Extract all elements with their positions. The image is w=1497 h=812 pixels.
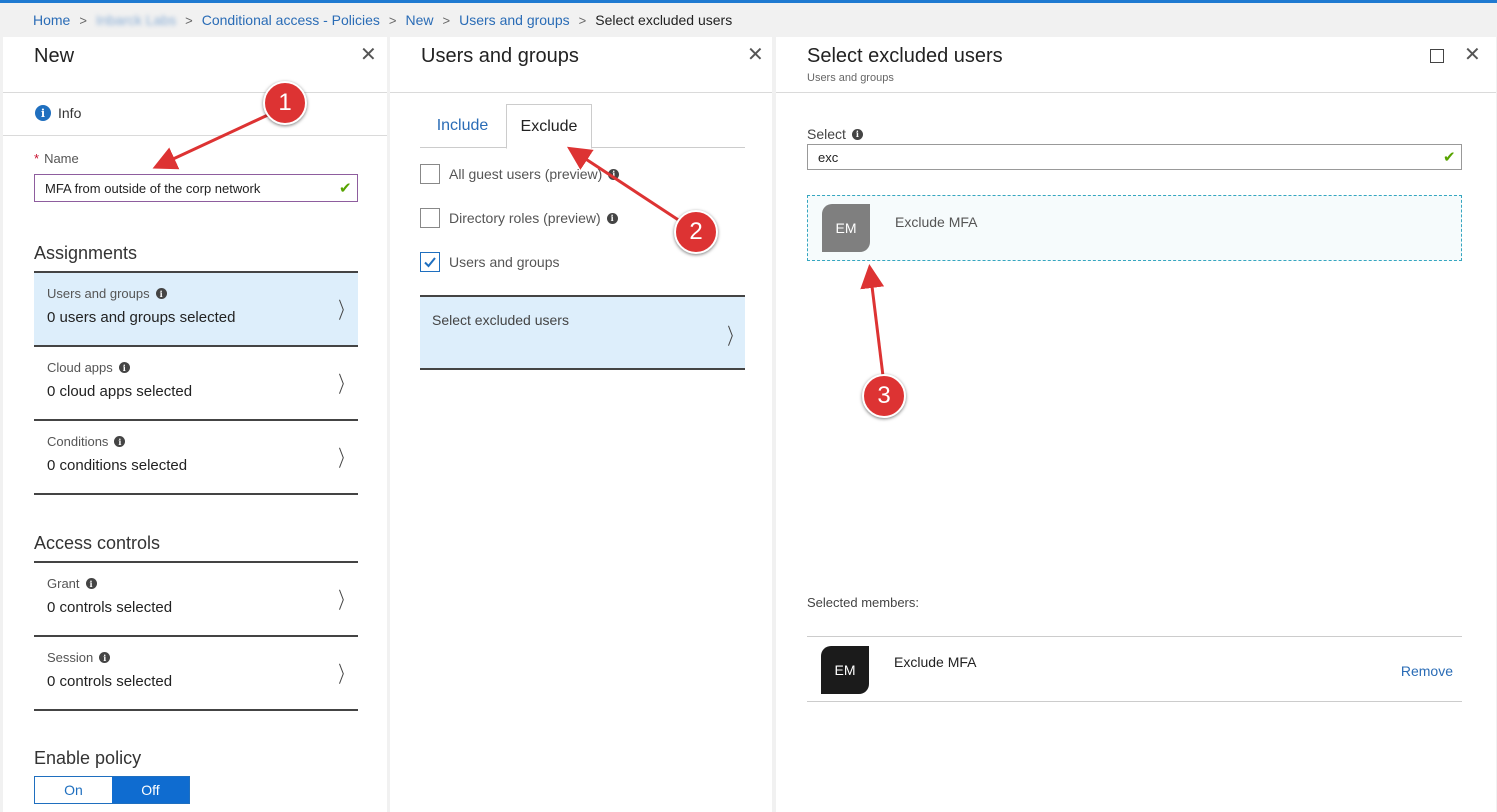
avatar: EM xyxy=(822,204,870,252)
nav-grant[interactable]: Grant i 0 controls selected 〉 xyxy=(34,561,358,635)
blade-title: Select excluded users xyxy=(807,45,1003,67)
enable-policy-toggle: On Off xyxy=(34,776,190,804)
toggle-off-button[interactable]: Off xyxy=(112,777,189,803)
nav-value: 0 controls selected xyxy=(47,599,173,616)
member-name: Exclude MFA xyxy=(894,654,977,670)
nav-conditions[interactable]: Conditions i 0 conditions selected 〉 xyxy=(34,419,358,495)
tab-exclude[interactable]: Exclude xyxy=(506,104,592,149)
select-excluded-label: Select excluded users xyxy=(432,312,569,328)
maximize-icon[interactable] xyxy=(1430,49,1444,63)
info-icon[interactable]: i xyxy=(155,288,167,299)
nav-value: 0 users and groups selected xyxy=(47,309,236,326)
header-divider xyxy=(776,92,1496,93)
info-icon[interactable]: i xyxy=(85,578,97,589)
breadcrumb-home[interactable]: Home xyxy=(33,12,70,28)
checkbox-directory-roles[interactable]: Directory roles (preview) i xyxy=(420,208,618,228)
chevron-right-icon: 〉 xyxy=(338,373,352,398)
policy-name-input[interactable] xyxy=(34,174,358,202)
include-exclude-tabs: Include Exclude xyxy=(420,104,745,149)
enable-policy-title: Enable policy xyxy=(34,748,142,768)
checkmark-icon: ✔ xyxy=(1443,149,1456,166)
nav-label: Conditions xyxy=(47,434,109,449)
breadcrumb: Home > Inbarck Labs > Conditional access… xyxy=(33,9,732,31)
chevron-right-icon: 〉 xyxy=(338,447,352,472)
header-divider xyxy=(3,92,387,93)
annotation-badge-3: 3 xyxy=(862,374,906,418)
annotation-badge-1: 1 xyxy=(263,81,307,125)
breadcrumb-current: Select excluded users xyxy=(595,12,733,28)
breadcrumb-separator: > xyxy=(185,12,193,28)
checkbox[interactable] xyxy=(420,208,440,228)
info-icon[interactable]: i xyxy=(606,212,618,224)
checkmark-icon: ✔ xyxy=(339,180,352,197)
info-icon[interactable]: i xyxy=(608,168,620,180)
selected-members-title: Selected members: xyxy=(807,595,919,610)
checkbox-users-and-groups[interactable]: Users and groups xyxy=(420,252,560,272)
close-icon[interactable]: ✕ xyxy=(1464,43,1481,67)
breadcrumb-users-groups[interactable]: Users and groups xyxy=(459,12,570,28)
nav-value: 0 cloud apps selected xyxy=(47,383,193,400)
access-controls-title: Access controls xyxy=(34,533,161,553)
chevron-right-icon: 〉 xyxy=(338,589,352,614)
name-label: * Name xyxy=(34,151,79,166)
required-marker: * xyxy=(34,151,40,166)
breadcrumb-separator: > xyxy=(442,12,451,28)
info-label: Info xyxy=(58,105,82,121)
selected-member-row: EM Exclude MFA Remove xyxy=(807,636,1462,702)
info-icon[interactable]: i xyxy=(118,362,130,373)
nav-label: Grant xyxy=(47,576,80,591)
info-icon[interactable]: i xyxy=(851,128,863,140)
info-link[interactable]: i Info xyxy=(35,105,81,121)
annotation-badge-2: 2 xyxy=(674,210,718,254)
result-name: Exclude MFA xyxy=(895,214,978,230)
nav-users-and-groups[interactable]: Users and groups i 0 users and groups sel… xyxy=(34,271,358,345)
select-excluded-users-item[interactable]: Select excluded users 〉 xyxy=(420,295,745,370)
nav-session[interactable]: Session i 0 controls selected 〉 xyxy=(34,635,358,711)
avatar: EM xyxy=(821,646,869,694)
nav-value: 0 controls selected xyxy=(47,673,173,690)
assignments-title: Assignments xyxy=(34,243,138,263)
chevron-right-icon: 〉 xyxy=(727,325,741,350)
select-excluded-users-blade: Select excluded users Users and groups ✕… xyxy=(776,37,1496,812)
nav-label: Session xyxy=(47,650,94,665)
breadcrumb-separator: > xyxy=(578,12,587,28)
nav-cloud-apps[interactable]: Cloud apps i 0 cloud apps selected 〉 xyxy=(34,345,358,419)
breadcrumb-policies[interactable]: Conditional access - Policies xyxy=(202,12,380,28)
remove-link[interactable]: Remove xyxy=(1401,663,1453,679)
checkbox-label: All guest users (preview) xyxy=(449,166,603,182)
info-icon: i xyxy=(35,105,51,121)
new-policy-blade: New ✕ i Info *Name ✔ Assignments Users a… xyxy=(3,37,387,812)
breadcrumb-separator: > xyxy=(388,12,397,28)
checkbox[interactable] xyxy=(420,164,440,184)
breadcrumb-separator: > xyxy=(79,12,87,28)
close-icon[interactable]: ✕ xyxy=(360,43,377,67)
breadcrumb-new[interactable]: New xyxy=(406,12,434,28)
checkmark-icon xyxy=(424,257,436,268)
checkbox-checked[interactable] xyxy=(420,252,440,272)
nav-label: Users and groups xyxy=(47,286,150,301)
blade-title: New xyxy=(34,45,75,67)
close-icon[interactable]: ✕ xyxy=(747,43,764,67)
users-and-groups-blade: Users and groups ✕ Include Exclude All g… xyxy=(390,37,772,812)
checkbox-label: Directory roles (preview) xyxy=(449,210,601,226)
chevron-right-icon: 〉 xyxy=(338,299,352,324)
nav-value: 0 conditions selected xyxy=(47,457,188,474)
info-icon[interactable]: i xyxy=(99,652,111,663)
checkbox-label: Users and groups xyxy=(449,254,560,270)
tab-include[interactable]: Include xyxy=(420,104,505,148)
blade-title: Users and groups xyxy=(421,45,579,67)
divider xyxy=(3,135,387,136)
checkbox-all-guest-users[interactable]: All guest users (preview) i xyxy=(420,164,620,184)
toggle-on-button[interactable]: On xyxy=(35,777,112,803)
blade-subtitle: Users and groups xyxy=(807,72,894,84)
portal-top-bar xyxy=(0,0,1497,3)
breadcrumb-tenant[interactable]: Inbarck Labs xyxy=(96,12,176,28)
info-icon[interactable]: i xyxy=(114,436,126,447)
select-label: Select i xyxy=(807,126,863,142)
chevron-right-icon: 〉 xyxy=(338,663,352,688)
nav-label: Cloud apps xyxy=(47,360,113,375)
header-divider xyxy=(390,92,772,93)
search-input[interactable] xyxy=(807,144,1462,170)
search-result-item[interactable]: EM Exclude MFA xyxy=(807,195,1462,261)
